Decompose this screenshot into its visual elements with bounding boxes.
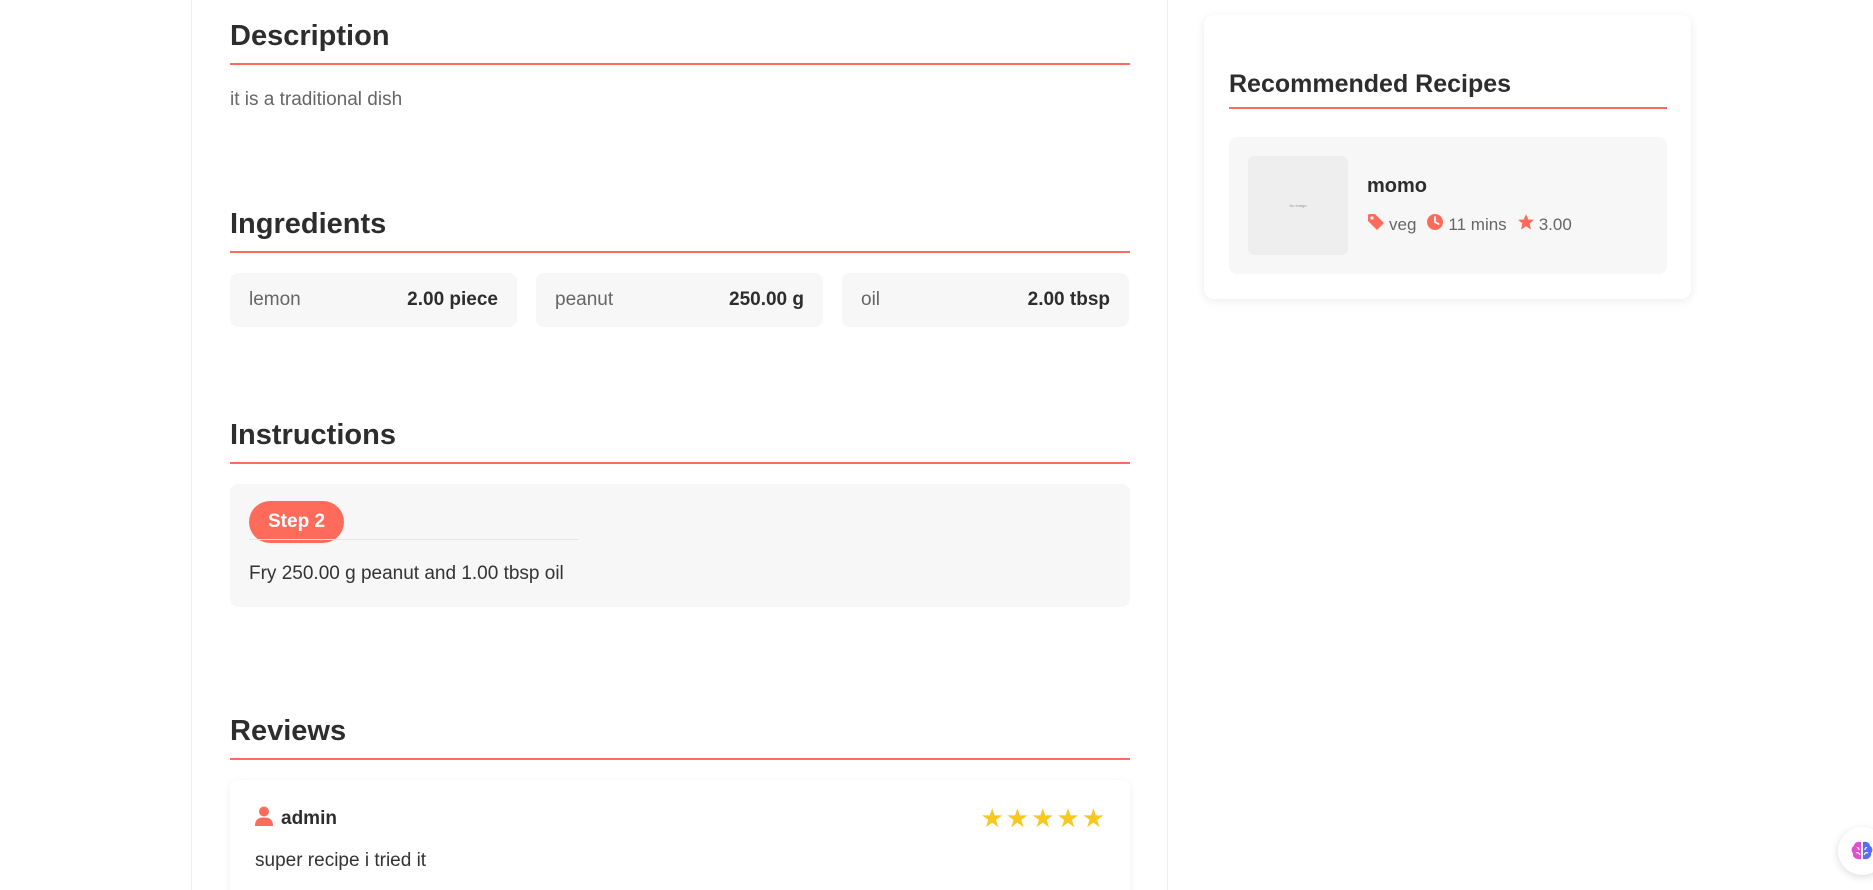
- step-text: Fry 250.00 g peanut and 1.00 tbsp oil: [249, 563, 564, 585]
- step-badge: Step 2: [249, 501, 345, 544]
- ingredient-quantity: 250.00 g: [729, 289, 804, 311]
- ingredients-heading: Ingredients: [230, 208, 1130, 254]
- recommended-recipe-card[interactable]: No image momo veg 11 mins 3.00: [1229, 137, 1667, 274]
- recipe-time-label: 11 mins: [1448, 214, 1507, 234]
- recommended-recipes-panel: Recommended Recipes No image momo veg 11…: [1204, 15, 1691, 299]
- star-icon: [1517, 213, 1535, 236]
- recipe-meta: veg 11 mins 3.00: [1367, 213, 1582, 236]
- recipe-detail-page: Description it is a traditional dish Ing…: [0, 0, 1873, 890]
- recipe-rating-value: 3.00: [1538, 214, 1572, 234]
- recipe-thumbnail-alt: No image: [1289, 203, 1307, 208]
- reviews-section: Reviews admin ★ ★ ★ ★ ★ super recipe i t…: [230, 715, 1130, 890]
- ingredient-list: lemon 2.00 piece peanut 250.00 g oil 2.0…: [230, 273, 1130, 328]
- recipe-thumbnail[interactable]: No image: [1248, 156, 1348, 255]
- review-text: super recipe i tried it: [255, 850, 427, 872]
- clock-icon: [1426, 213, 1444, 236]
- ingredient-quantity: 2.00 piece: [407, 289, 498, 311]
- recipe-name-link[interactable]: momo: [1367, 175, 1427, 198]
- star-icon: ★: [1005, 803, 1030, 834]
- assistant-extension-button[interactable]: [1838, 827, 1873, 875]
- step-divider: [249, 539, 579, 541]
- description-heading: Description: [230, 20, 1130, 66]
- review-rating: ★ ★ ★ ★ ★: [980, 805, 1105, 831]
- star-icon: ★: [1056, 803, 1080, 834]
- ingredients-section: Ingredients lemon 2.00 piece peanut 250.…: [230, 208, 1130, 328]
- instructions-heading: Instructions: [230, 419, 1130, 465]
- recipe-category-label: veg: [1389, 214, 1417, 234]
- tag-icon: [1367, 213, 1385, 236]
- review-author: admin: [255, 806, 337, 832]
- recipe-rating: 3.00: [1517, 213, 1572, 236]
- recommended-recipes-heading: Recommended Recipes: [1229, 70, 1667, 109]
- recipe-time: 11 mins: [1426, 213, 1507, 236]
- ingredient-item: peanut 250.00 g: [536, 273, 823, 328]
- reviews-heading: Reviews: [230, 715, 1130, 761]
- ingredient-quantity: 2.00 tbsp: [1027, 289, 1110, 311]
- star-icon: ★: [1031, 803, 1055, 834]
- recipe-category: veg: [1367, 213, 1416, 236]
- instruction-step: Step 2 Fry 250.00 g peanut and 1.00 tbsp…: [230, 484, 1130, 608]
- ingredient-item: oil 2.00 tbsp: [842, 273, 1129, 328]
- review-card: admin ★ ★ ★ ★ ★ super recipe i tried it: [230, 780, 1130, 890]
- instructions-section: Instructions Step 2 Fry 250.00 g peanut …: [230, 419, 1130, 608]
- recipe-content-card: Description it is a traditional dish Ing…: [191, 0, 1168, 890]
- ingredient-name: peanut: [555, 289, 614, 311]
- ingredient-name: lemon: [249, 289, 301, 311]
- user-icon: [255, 806, 273, 832]
- description-section: Description it is a traditional dish: [230, 20, 1130, 111]
- review-author-name: admin: [281, 808, 337, 830]
- ingredient-item: lemon 2.00 piece: [230, 273, 517, 328]
- star-icon: ★: [1081, 803, 1105, 834]
- description-text: it is a traditional dish: [230, 89, 403, 111]
- star-icon: ★: [980, 803, 1004, 834]
- ingredient-name: oil: [861, 289, 881, 311]
